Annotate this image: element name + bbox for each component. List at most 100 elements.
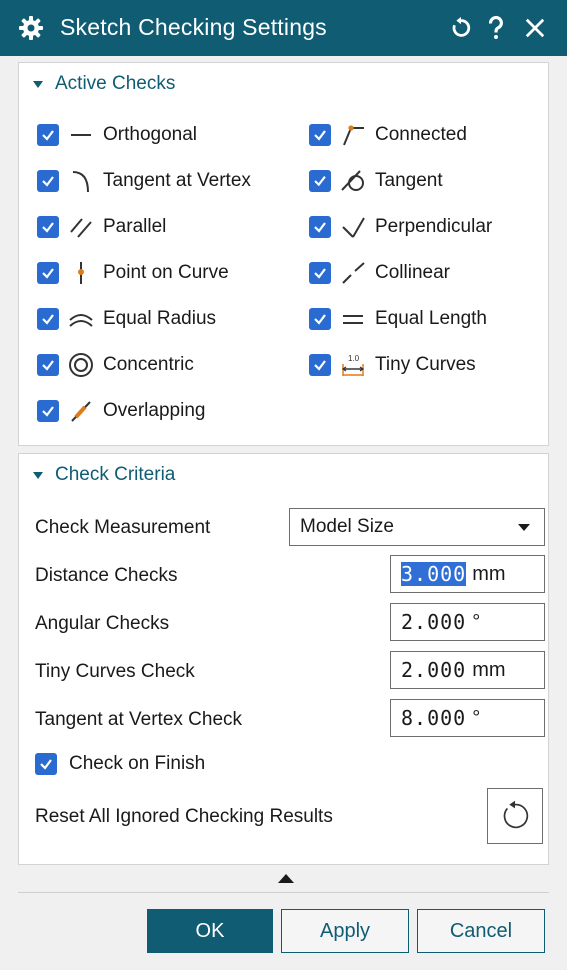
caret-down-icon — [33, 80, 43, 88]
parallel-icon — [64, 213, 98, 241]
apply-button[interactable]: Apply — [281, 909, 409, 953]
checkbox-checked-icon[interactable] — [309, 262, 331, 284]
close-button[interactable] — [520, 12, 550, 44]
divider — [18, 892, 549, 893]
angular-checks-field[interactable]: 2.000 ° — [390, 603, 545, 641]
check-parallel[interactable]: Parallel — [37, 213, 166, 241]
checkbox-checked-icon[interactable] — [309, 124, 331, 146]
check-orthogonal[interactable]: Orthogonal — [37, 121, 197, 149]
collinear-icon — [336, 259, 370, 287]
checkbox-checked-icon[interactable] — [309, 354, 331, 376]
reset-icon — [452, 16, 471, 37]
cancel-button[interactable]: Cancel — [417, 909, 545, 953]
checkbox-checked-icon[interactable] — [37, 400, 59, 422]
check-criteria-header[interactable]: Check Criteria — [33, 464, 175, 486]
overlapping-icon — [64, 397, 98, 425]
collapse-arrow-icon[interactable] — [278, 874, 294, 883]
check-tangent-at-vertex[interactable]: Tangent at Vertex — [37, 167, 251, 195]
check-on-finish[interactable]: Check on Finish — [35, 750, 205, 778]
equal-radius-icon — [64, 305, 98, 333]
check-equal-radius[interactable]: Equal Radius — [37, 305, 216, 333]
checkbox-checked-icon[interactable] — [37, 124, 59, 146]
reset-ignored-button[interactable] — [487, 788, 543, 844]
check-label: Connected — [375, 124, 467, 145]
check-label: Concentric — [103, 354, 194, 375]
field-value: 2.000 — [401, 658, 467, 682]
equal-length-icon — [336, 305, 370, 333]
checkbox-checked-icon[interactable] — [37, 170, 59, 192]
ok-button[interactable]: OK — [147, 909, 273, 953]
check-label: Collinear — [375, 262, 450, 283]
unit-label: ° — [472, 706, 481, 729]
reset-ignored-label: Reset All Ignored Checking Results — [35, 806, 333, 827]
tangent-at-vertex-icon — [64, 167, 98, 195]
tangent-at-vertex-check-field[interactable]: 8.000 ° — [390, 699, 545, 737]
checkbox-checked-icon[interactable] — [309, 216, 331, 238]
check-criteria-panel: Check Criteria Check Measurement Model S… — [18, 453, 549, 865]
checkbox-checked-icon[interactable] — [37, 354, 59, 376]
check-label: Tiny Curves — [375, 354, 476, 375]
check-point-on-curve[interactable]: Point on Curve — [37, 259, 229, 287]
dropdown-value: Model Size — [300, 516, 394, 537]
unit-label: mm — [472, 658, 506, 681]
close-icon — [525, 18, 545, 38]
active-checks-panel: Active Checks Orthogonal Tangent at Vert… — [18, 62, 549, 446]
tiny-curves-check-label: Tiny Curves Check — [35, 661, 195, 682]
dialog-title: Sketch Checking Settings — [60, 14, 327, 40]
check-label: Perpendicular — [375, 216, 493, 237]
check-tangent[interactable]: Tangent — [309, 167, 443, 195]
check-label: Orthogonal — [103, 124, 198, 145]
check-label: Point on Curve — [103, 262, 229, 283]
check-collinear[interactable]: Collinear — [309, 259, 450, 287]
checkbox-checked-icon[interactable] — [309, 170, 331, 192]
distance-checks-label: Distance Checks — [35, 565, 178, 586]
field-value: 3.000 — [401, 562, 467, 586]
checkbox-checked-icon[interactable] — [37, 262, 59, 284]
reset-icon — [503, 800, 529, 829]
checkbox-checked-icon[interactable] — [37, 308, 59, 330]
section-title: Check Criteria — [55, 464, 176, 485]
checkbox-checked-icon[interactable] — [35, 753, 57, 775]
help-button[interactable] — [481, 12, 511, 44]
check-measurement-label: Check Measurement — [35, 517, 211, 538]
title-bar: Sketch Checking Settings — [0, 0, 567, 56]
check-measurement-dropdown[interactable]: Model Size — [289, 508, 545, 546]
check-label: Tangent — [375, 170, 443, 191]
check-label: Equal Radius — [103, 308, 217, 329]
active-checks-header[interactable]: Active Checks — [33, 73, 175, 95]
section-title: Active Checks — [55, 73, 176, 94]
point-on-curve-icon — [64, 259, 98, 287]
unit-label: mm — [472, 562, 506, 585]
caret-down-icon — [33, 471, 43, 479]
unit-label: ° — [472, 610, 481, 633]
check-tiny-curves[interactable]: 1.0 Tiny Curves — [309, 351, 476, 379]
check-connected[interactable]: Connected — [309, 121, 467, 149]
check-concentric[interactable]: Concentric — [37, 351, 194, 379]
help-icon — [489, 15, 503, 39]
check-label: Overlapping — [103, 400, 206, 421]
check-perpendicular[interactable]: Perpendicular — [309, 213, 492, 241]
connected-icon — [336, 121, 370, 149]
check-label: Check on Finish — [69, 753, 206, 774]
checkbox-checked-icon[interactable] — [309, 308, 331, 330]
check-label: Tangent at Vertex — [103, 170, 251, 191]
checkbox-checked-icon[interactable] — [37, 216, 59, 238]
check-overlapping[interactable]: Overlapping — [37, 397, 205, 425]
angular-checks-label: Angular Checks — [35, 613, 170, 634]
concentric-icon — [64, 351, 98, 379]
chevron-down-icon — [518, 524, 530, 531]
check-label: Equal Length — [375, 308, 487, 329]
orthogonal-icon — [64, 121, 98, 149]
gear-icon — [18, 15, 44, 41]
svg-text:1.0: 1.0 — [348, 354, 360, 363]
reset-dialog-button[interactable] — [446, 12, 476, 44]
distance-checks-field[interactable]: 3.000 mm — [390, 555, 545, 593]
perpendicular-icon — [336, 213, 370, 241]
field-value: 2.000 — [401, 610, 467, 634]
field-value: 8.000 — [401, 706, 467, 730]
tangent-icon — [336, 167, 370, 195]
check-equal-length[interactable]: Equal Length — [309, 305, 487, 333]
tiny-curves-check-field[interactable]: 2.000 mm — [390, 651, 545, 689]
check-label: Parallel — [103, 216, 167, 237]
tangent-at-vertex-check-label: Tangent at Vertex Check — [35, 709, 243, 730]
